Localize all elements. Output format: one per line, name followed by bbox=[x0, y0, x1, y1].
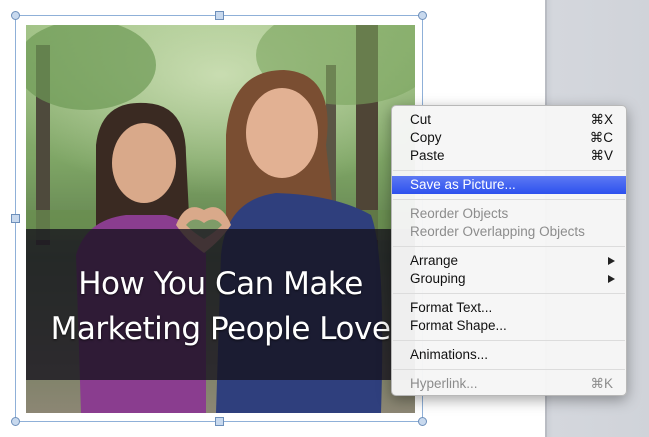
context-menu: Cut ⌘X Copy ⌘C Paste ⌘V Save as Picture.… bbox=[391, 105, 627, 396]
menu-item-label: Animations... bbox=[410, 347, 489, 362]
menu-item-save-as-picture[interactable]: Save as Picture... bbox=[392, 176, 626, 194]
menu-item-shortcut: ⌘X bbox=[590, 112, 613, 127]
resize-handle-bottom-right[interactable] bbox=[418, 417, 427, 426]
menu-item-label: Reorder Overlapping Objects bbox=[410, 224, 585, 239]
menu-item-label: Copy bbox=[410, 130, 442, 145]
menu-item-shortcut: ⌘V bbox=[590, 148, 613, 163]
menu-item-format-shape[interactable]: Format Shape... bbox=[392, 317, 626, 335]
menu-item-paste[interactable]: Paste ⌘V bbox=[392, 147, 626, 165]
menu-item-shortcut: ⌘C bbox=[589, 130, 613, 145]
menu-item-cut[interactable]: Cut ⌘X bbox=[392, 111, 626, 129]
menu-item-label: Reorder Objects bbox=[410, 206, 509, 221]
resize-handle-top[interactable] bbox=[215, 11, 224, 20]
menu-item-grouping[interactable]: Grouping bbox=[392, 270, 626, 288]
menu-item-reorder-objects: Reorder Objects bbox=[392, 205, 626, 223]
menu-item-label: Hyperlink... bbox=[410, 376, 478, 391]
menu-separator bbox=[393, 340, 625, 341]
resize-handle-bottom-left[interactable] bbox=[11, 417, 20, 426]
menu-item-label: Save as Picture... bbox=[410, 177, 516, 192]
menu-item-copy[interactable]: Copy ⌘C bbox=[392, 129, 626, 147]
menu-item-label: Arrange bbox=[410, 253, 459, 268]
submenu-arrow-icon bbox=[608, 257, 615, 265]
resize-handle-bottom[interactable] bbox=[215, 417, 224, 426]
menu-item-label: Cut bbox=[410, 112, 432, 127]
menu-item-reorder-overlapping-objects: Reorder Overlapping Objects bbox=[392, 223, 626, 241]
menu-item-format-text[interactable]: Format Text... bbox=[392, 299, 626, 317]
resize-handle-left[interactable] bbox=[11, 214, 20, 223]
menu-separator bbox=[393, 369, 625, 370]
menu-separator bbox=[393, 246, 625, 247]
menu-separator bbox=[393, 199, 625, 200]
menu-item-label: Format Text... bbox=[410, 300, 493, 315]
menu-item-hyperlink: Hyperlink... ⌘K bbox=[392, 375, 626, 393]
submenu-arrow-icon bbox=[608, 275, 615, 283]
menu-item-animations[interactable]: Animations... bbox=[392, 346, 626, 364]
resize-handle-top-right[interactable] bbox=[418, 11, 427, 20]
menu-item-shortcut: ⌘K bbox=[590, 376, 613, 391]
menu-item-label: Grouping bbox=[410, 271, 466, 286]
resize-handle-top-left[interactable] bbox=[11, 11, 20, 20]
menu-item-label: Format Shape... bbox=[410, 318, 507, 333]
menu-separator bbox=[393, 170, 625, 171]
selection-frame bbox=[15, 15, 423, 422]
menu-item-arrange[interactable]: Arrange bbox=[392, 252, 626, 270]
menu-separator bbox=[393, 293, 625, 294]
menu-item-label: Paste bbox=[410, 148, 445, 163]
